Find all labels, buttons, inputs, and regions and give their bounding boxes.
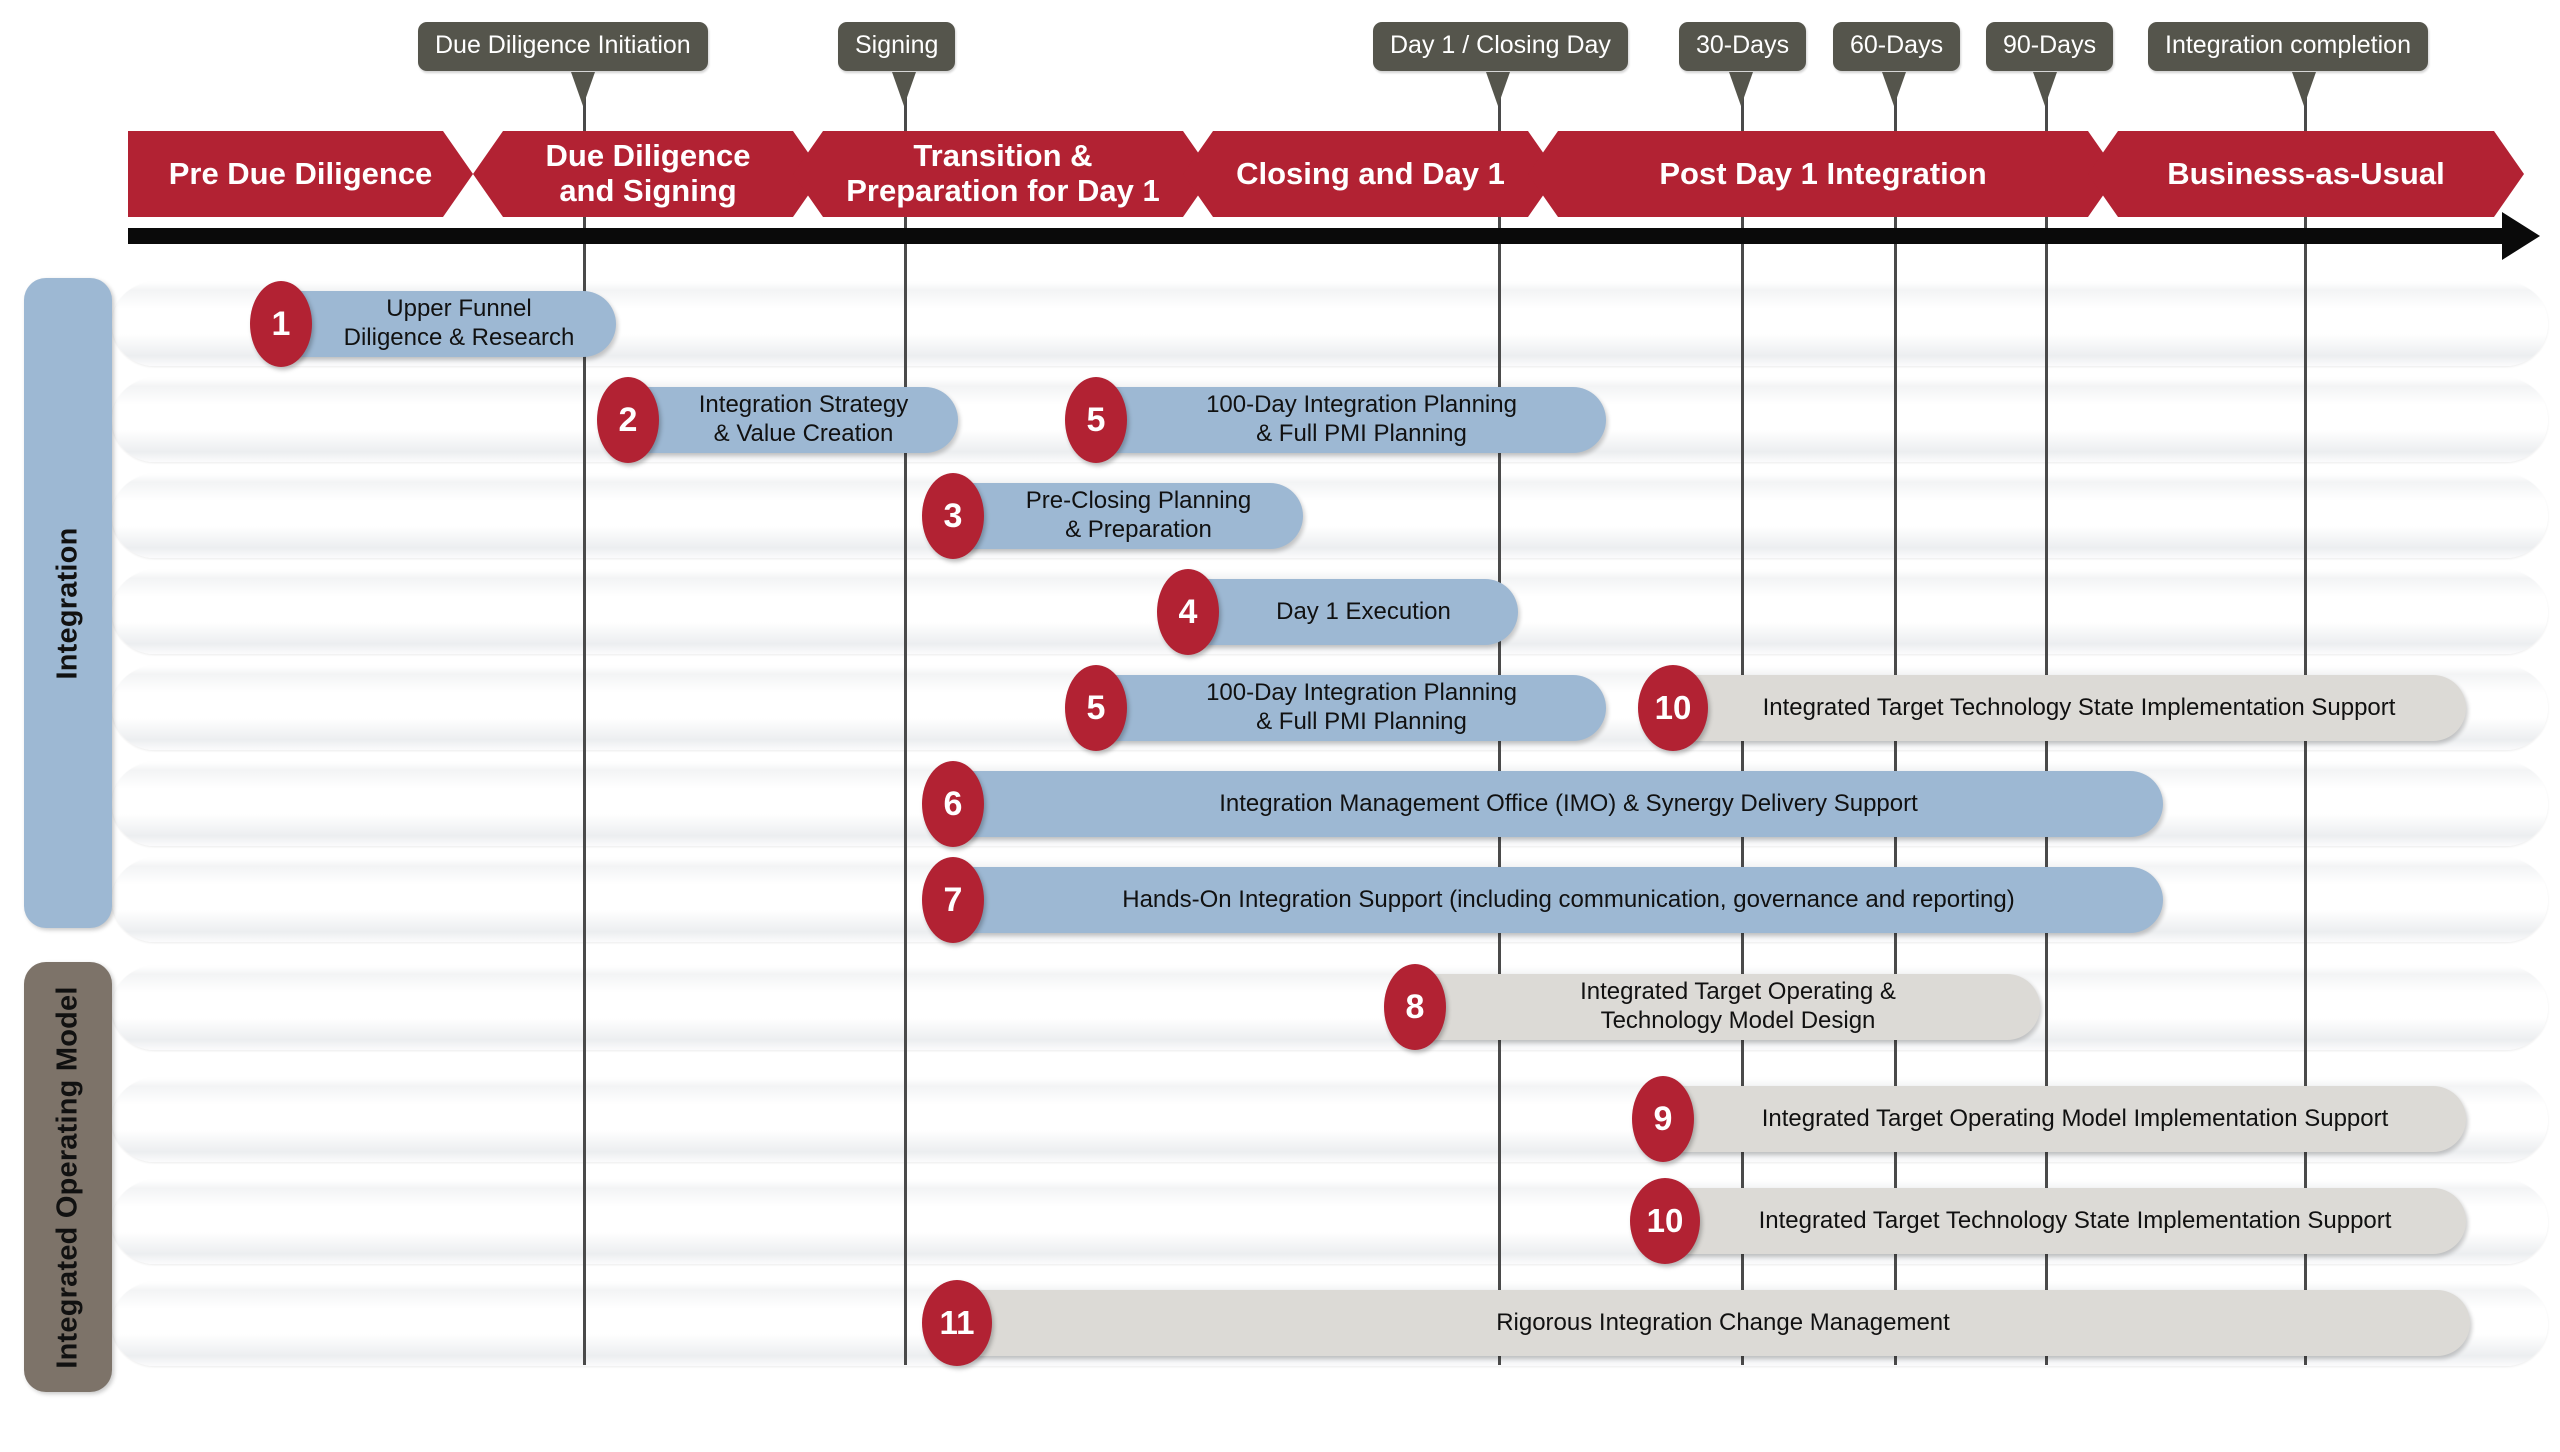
timeline-axis xyxy=(128,228,2504,244)
group-label-operating-model: Integrated Operating Model xyxy=(24,962,112,1392)
activity-label: Integration Management Office (IMO) & Sy… xyxy=(1219,789,1918,817)
group-label-text: Integration xyxy=(51,526,84,680)
activity-number-badge: 5 xyxy=(1065,665,1127,751)
activity-bar[interactable]: 11 Rigorous Integration Change Management xyxy=(922,1280,2470,1366)
activity-label: Rigorous Integration Change Management xyxy=(1496,1308,1950,1336)
activity-label: Integrated Target Operating Model Implem… xyxy=(1761,1104,2389,1132)
phase-chevron-1: Pre Due Diligence xyxy=(128,131,473,217)
phase-label: Due Diligence and Signing xyxy=(545,138,751,208)
activity-bar[interactable]: 5 100-Day Integration Planning & Full PMI… xyxy=(1065,665,1606,751)
phase-chevron-3: Transition & Preparation for Day 1 xyxy=(793,131,1213,217)
milestone-label: 60-Days xyxy=(1833,22,1961,71)
activity-number-badge: 3 xyxy=(922,473,984,559)
activity-number-badge: 5 xyxy=(1065,377,1127,463)
timeline-arrow-head-icon xyxy=(2502,212,2540,260)
activity-label: Hands-On Integration Support (including … xyxy=(1122,885,2015,913)
milestone-pointer-icon xyxy=(2033,72,2057,106)
milestone-pointer-icon xyxy=(892,72,916,106)
activity-label: 100-Day Integration Planning & Full PMI … xyxy=(1206,391,1517,447)
activity-bar[interactable]: 6 Integration Management Office (IMO) & S… xyxy=(922,761,2163,847)
activity-label: 100-Day Integration Planning & Full PMI … xyxy=(1206,679,1517,735)
activity-number-badge: 6 xyxy=(922,761,984,847)
milestone-label: Due Diligence Initiation xyxy=(418,22,708,71)
activity-bar[interactable]: 8 Integrated Target Operating & Technolog… xyxy=(1384,964,2040,1050)
phase-chevron-2: Due Diligence and Signing xyxy=(473,131,823,217)
activity-bar[interactable]: 10 Integrated Target Technology State Imp… xyxy=(1638,665,2466,751)
activity-number-badge: 4 xyxy=(1157,569,1219,655)
activity-label: Integrated Target Technology State Imple… xyxy=(1762,693,2396,721)
phase-label: Transition & Preparation for Day 1 xyxy=(846,138,1160,208)
milestone-pointer-icon xyxy=(2292,72,2316,106)
activity-number-badge: 11 xyxy=(922,1280,992,1366)
lane-row-integration xyxy=(112,474,2548,558)
milestone-pointer-icon xyxy=(571,72,595,106)
milestone-label: Signing xyxy=(838,22,956,71)
activity-bar[interactable]: 1 Upper Funnel Diligence & Research xyxy=(250,281,616,367)
activity-label: Integrated Target Technology State Imple… xyxy=(1758,1206,2392,1234)
group-label-integration: Integration xyxy=(24,278,112,928)
milestone-label: 90-Days xyxy=(1986,22,2114,71)
activity-number-badge: 9 xyxy=(1632,1076,1694,1162)
phase-chevron-4: Closing and Day 1 xyxy=(1183,131,1558,217)
phase-label: Business-as-Usual xyxy=(2167,155,2445,191)
milestone-pointer-icon xyxy=(1486,72,1510,106)
activity-number-badge: 2 xyxy=(597,377,659,463)
activity-number-badge: 7 xyxy=(922,857,984,943)
activity-label: Day 1 Execution xyxy=(1276,597,1451,625)
milestone-label: 30-Days xyxy=(1679,22,1807,71)
activity-bar[interactable]: 2 Integration Strategy & Value Creation xyxy=(597,377,958,463)
activity-bar[interactable]: 5 100-Day Integration Planning & Full PMI… xyxy=(1065,377,1606,463)
activity-number-badge: 1 xyxy=(250,281,312,367)
activity-bar[interactable]: 10 Integrated Target Technology State Imp… xyxy=(1630,1178,2466,1264)
phase-chevron-5: Post Day 1 Integration xyxy=(1528,131,2118,217)
activity-bar[interactable]: 7 Hands-On Integration Support (including… xyxy=(922,857,2163,943)
group-label-text: Integrated Operating Model xyxy=(51,985,84,1369)
phase-label: Post Day 1 Integration xyxy=(1659,155,1987,191)
activity-number-badge: 10 xyxy=(1638,665,1708,751)
phase-chevron-bar: Pre Due Diligence Due Diligence and Signin… xyxy=(128,131,2524,217)
milestone-pointer-icon xyxy=(1729,72,1753,106)
activity-bar[interactable]: 3 Pre-Closing Planning & Preparation xyxy=(922,473,1303,559)
activity-bar[interactable]: 9 Integrated Target Operating Model Imple… xyxy=(1632,1076,2466,1162)
phase-chevron-6: Business-as-Usual xyxy=(2088,131,2524,217)
phase-label: Pre Due Diligence xyxy=(168,155,433,191)
milestone-pointer-icon xyxy=(1882,72,1906,106)
activity-number-badge: 8 xyxy=(1384,964,1446,1050)
lane-row-operating-model xyxy=(112,966,2548,1050)
gridline-1 xyxy=(583,75,586,1365)
activity-label: Integrated Target Operating & Technology… xyxy=(1580,978,1896,1034)
milestone-label: Integration completion xyxy=(2148,22,2428,71)
timeline-diagram: Due Diligence Initiation Signing Day 1 / C… xyxy=(0,0,2560,1452)
activity-bar[interactable]: 4 Day 1 Execution xyxy=(1157,569,1518,655)
activity-label: Integration Strategy & Value Creation xyxy=(698,391,909,447)
gridline-2 xyxy=(904,75,907,1365)
phase-label: Closing and Day 1 xyxy=(1236,155,1505,191)
milestone-label: Day 1 / Closing Day xyxy=(1373,22,1628,71)
activity-number-badge: 10 xyxy=(1630,1178,1700,1264)
activity-label: Pre-Closing Planning & Preparation xyxy=(1025,487,1252,543)
activity-label: Upper Funnel Diligence & Research xyxy=(343,295,575,351)
